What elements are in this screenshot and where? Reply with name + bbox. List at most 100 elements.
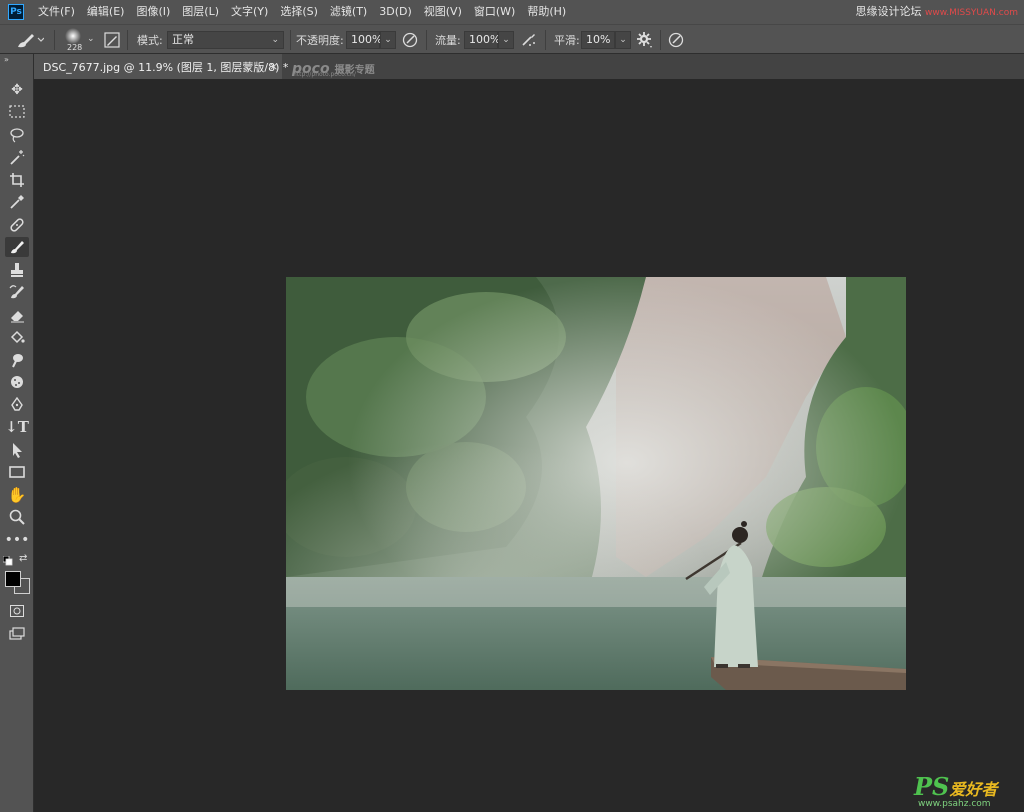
edit-toolbar-button[interactable]: •••: [4, 530, 30, 550]
menu-select[interactable]: 选择(S): [274, 0, 324, 24]
history-brush-tool[interactable]: [5, 282, 29, 302]
history-brush-icon: [9, 285, 24, 299]
flow-input[interactable]: 100%: [464, 31, 500, 49]
menu-type[interactable]: 文字(Y): [225, 0, 274, 24]
close-icon[interactable]: ×: [269, 54, 278, 79]
watermark-url: www.psahz.com: [918, 799, 991, 809]
mode-select[interactable]: 正常 ⌄: [167, 31, 284, 49]
hand-tool[interactable]: ✋: [5, 485, 29, 505]
rectangle-icon: [9, 466, 25, 478]
swap-colors-icon[interactable]: ⇄: [19, 553, 27, 564]
size-pressure-button[interactable]: [667, 25, 685, 55]
healing-brush-tool[interactable]: [5, 215, 29, 235]
foreground-color-swatch[interactable]: [5, 571, 21, 587]
document-canvas-image[interactable]: [286, 277, 906, 690]
magic-wand-tool[interactable]: [5, 147, 29, 167]
eyedropper-tool[interactable]: [5, 192, 29, 212]
chevron-down-icon: ⌄: [271, 35, 279, 45]
psahz-watermark: PS爱好者 www.psahz.com: [914, 772, 998, 809]
pen-icon: [11, 397, 23, 411]
color-controls: ⇄: [3, 553, 31, 566]
brush-size-picker[interactable]: 228 ⌄: [62, 25, 95, 55]
menu-3d[interactable]: 3D(D): [373, 0, 418, 24]
menu-file[interactable]: 文件(F): [32, 0, 81, 24]
menu-image[interactable]: 图像(I): [130, 0, 176, 24]
mode-label: 模式:: [137, 34, 163, 47]
flow-label: 流量:: [435, 34, 461, 47]
eraser-icon: [11, 311, 24, 323]
smoothing-settings-button[interactable]: [636, 25, 654, 55]
opacity-label: 不透明度:: [296, 34, 344, 47]
document-tab-title: DSC_7677.jpg @ 11.9% (图层 1, 图层蒙版/8) *: [43, 60, 289, 74]
smudge-tool[interactable]: [5, 350, 29, 370]
quick-mask-icon: [10, 605, 24, 617]
lasso-icon: [10, 128, 24, 143]
brush-icon: [18, 34, 44, 48]
opacity-pressure-button[interactable]: [401, 25, 419, 55]
pen-tool[interactable]: [5, 395, 29, 415]
move-tool[interactable]: ✥: [5, 80, 29, 100]
brush-panel-toggle[interactable]: [104, 25, 120, 55]
tools-panel: » ✥ ↓T ✋ ••• ⇄: [0, 54, 34, 812]
smoothing-dropdown-button[interactable]: ⌄: [615, 31, 631, 49]
screen-mode-icon: [9, 627, 25, 640]
eraser-tool[interactable]: [5, 305, 29, 325]
brush-tool[interactable]: [5, 237, 29, 257]
options-bar: 228 ⌄ 模式: 正常 ⌄ 不透明度: 100% ⌄ 流量: 100% ⌄ 平…: [0, 24, 1024, 54]
move-icon: ✥: [11, 82, 23, 98]
type-tool[interactable]: ↓T: [5, 417, 29, 437]
site-watermark: 思缘设计论坛 www.MISSYUAN.com: [855, 3, 1018, 19]
menu-edit[interactable]: 编辑(E): [81, 0, 131, 24]
sponge-icon: [11, 376, 23, 388]
sponge-tool[interactable]: [5, 372, 29, 392]
brush-tool-preset-button[interactable]: [14, 25, 44, 55]
more-icon: •••: [4, 532, 30, 548]
document-tab-bar: DSC_7677.jpg @ 11.9% (图层 1, 图层蒙版/8) * × …: [34, 54, 1024, 79]
clone-stamp-tool[interactable]: [5, 260, 29, 280]
brush-size-value: 228: [67, 43, 83, 52]
zoom-icon: [9, 509, 25, 525]
smudge-icon: [12, 354, 23, 368]
document-tab[interactable]: DSC_7677.jpg @ 11.9% (图层 1, 图层蒙版/8) * ×: [34, 54, 288, 79]
lasso-tool[interactable]: [5, 125, 29, 145]
path-select-icon: [13, 443, 22, 458]
menu-filter[interactable]: 滤镜(T): [324, 0, 373, 24]
quick-mask-button[interactable]: [5, 601, 29, 621]
eyedropper-icon: [10, 195, 24, 209]
brush-settings-panel-icon: [104, 32, 120, 48]
smoothing-label: 平滑:: [554, 34, 580, 47]
watermark-ps-text: PS: [914, 772, 950, 801]
menu-help[interactable]: 帮助(H): [521, 0, 572, 24]
poco-url: http://photo.poco.cn/: [293, 71, 356, 78]
flow-dropdown-button[interactable]: ⌄: [498, 31, 514, 49]
gear-icon: [637, 32, 652, 48]
hand-icon: ✋: [7, 486, 27, 504]
default-colors-icon[interactable]: [3, 556, 13, 566]
menu-window[interactable]: 窗口(W): [468, 0, 521, 24]
crop-icon: [10, 173, 24, 187]
misty-river-photo: [286, 277, 906, 690]
menu-layer[interactable]: 图层(L): [176, 0, 225, 24]
rectangle-tool[interactable]: [5, 462, 29, 482]
screen-mode-button[interactable]: [5, 624, 29, 644]
marquee-tool[interactable]: [5, 102, 29, 122]
pressure-icon: [402, 32, 418, 48]
collapse-panel-icon[interactable]: »: [4, 55, 9, 64]
paint-bucket-tool[interactable]: [5, 327, 29, 347]
paint-bucket-icon: [10, 330, 25, 344]
stamp-icon: [11, 263, 23, 277]
mode-value: 正常: [172, 33, 194, 46]
opacity-dropdown-button[interactable]: ⌄: [380, 31, 396, 49]
healing-icon: [10, 218, 24, 232]
pressure-icon: [668, 32, 684, 48]
airbrush-button[interactable]: [520, 25, 538, 55]
zoom-tool[interactable]: [5, 507, 29, 527]
photoshop-logo-icon: Ps: [8, 4, 24, 20]
path-selection-tool[interactable]: [5, 440, 29, 460]
watermark-zh-text: 爱好者: [949, 780, 998, 799]
smoothing-input[interactable]: 10%: [581, 31, 615, 49]
site-watermark-text: 思缘设计论坛: [855, 5, 922, 18]
menu-view[interactable]: 视图(V): [418, 0, 468, 24]
crop-tool[interactable]: [5, 170, 29, 190]
opacity-input[interactable]: 100%: [346, 31, 382, 49]
